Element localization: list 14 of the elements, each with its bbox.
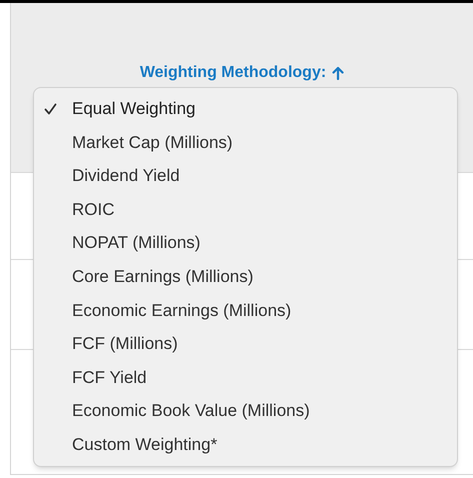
menu-item[interactable]: FCF (Millions) (34, 327, 457, 361)
arrow-up-icon (332, 66, 344, 80)
menu-item[interactable]: Market Cap (Millions) (34, 126, 457, 160)
menu-item[interactable]: Core Earnings (Millions) (34, 260, 457, 294)
menu-item[interactable]: Equal Weighting (34, 92, 457, 126)
menu-item[interactable]: Custom Weighting* (34, 428, 457, 462)
menu-item[interactable]: FCF Yield (34, 360, 457, 394)
menu-item[interactable]: Dividend Yield (34, 159, 457, 193)
menu-item[interactable]: ROIC (34, 192, 457, 226)
menu-item[interactable]: Economic Earnings (Millions) (34, 294, 457, 328)
menu-item[interactable]: Economic Book Value (Millions) (34, 394, 457, 428)
checkmark-icon (44, 103, 57, 115)
column-header[interactable]: Weighting Methodology: (140, 61, 344, 85)
menu-item[interactable]: NOPAT (Millions) (34, 226, 457, 260)
